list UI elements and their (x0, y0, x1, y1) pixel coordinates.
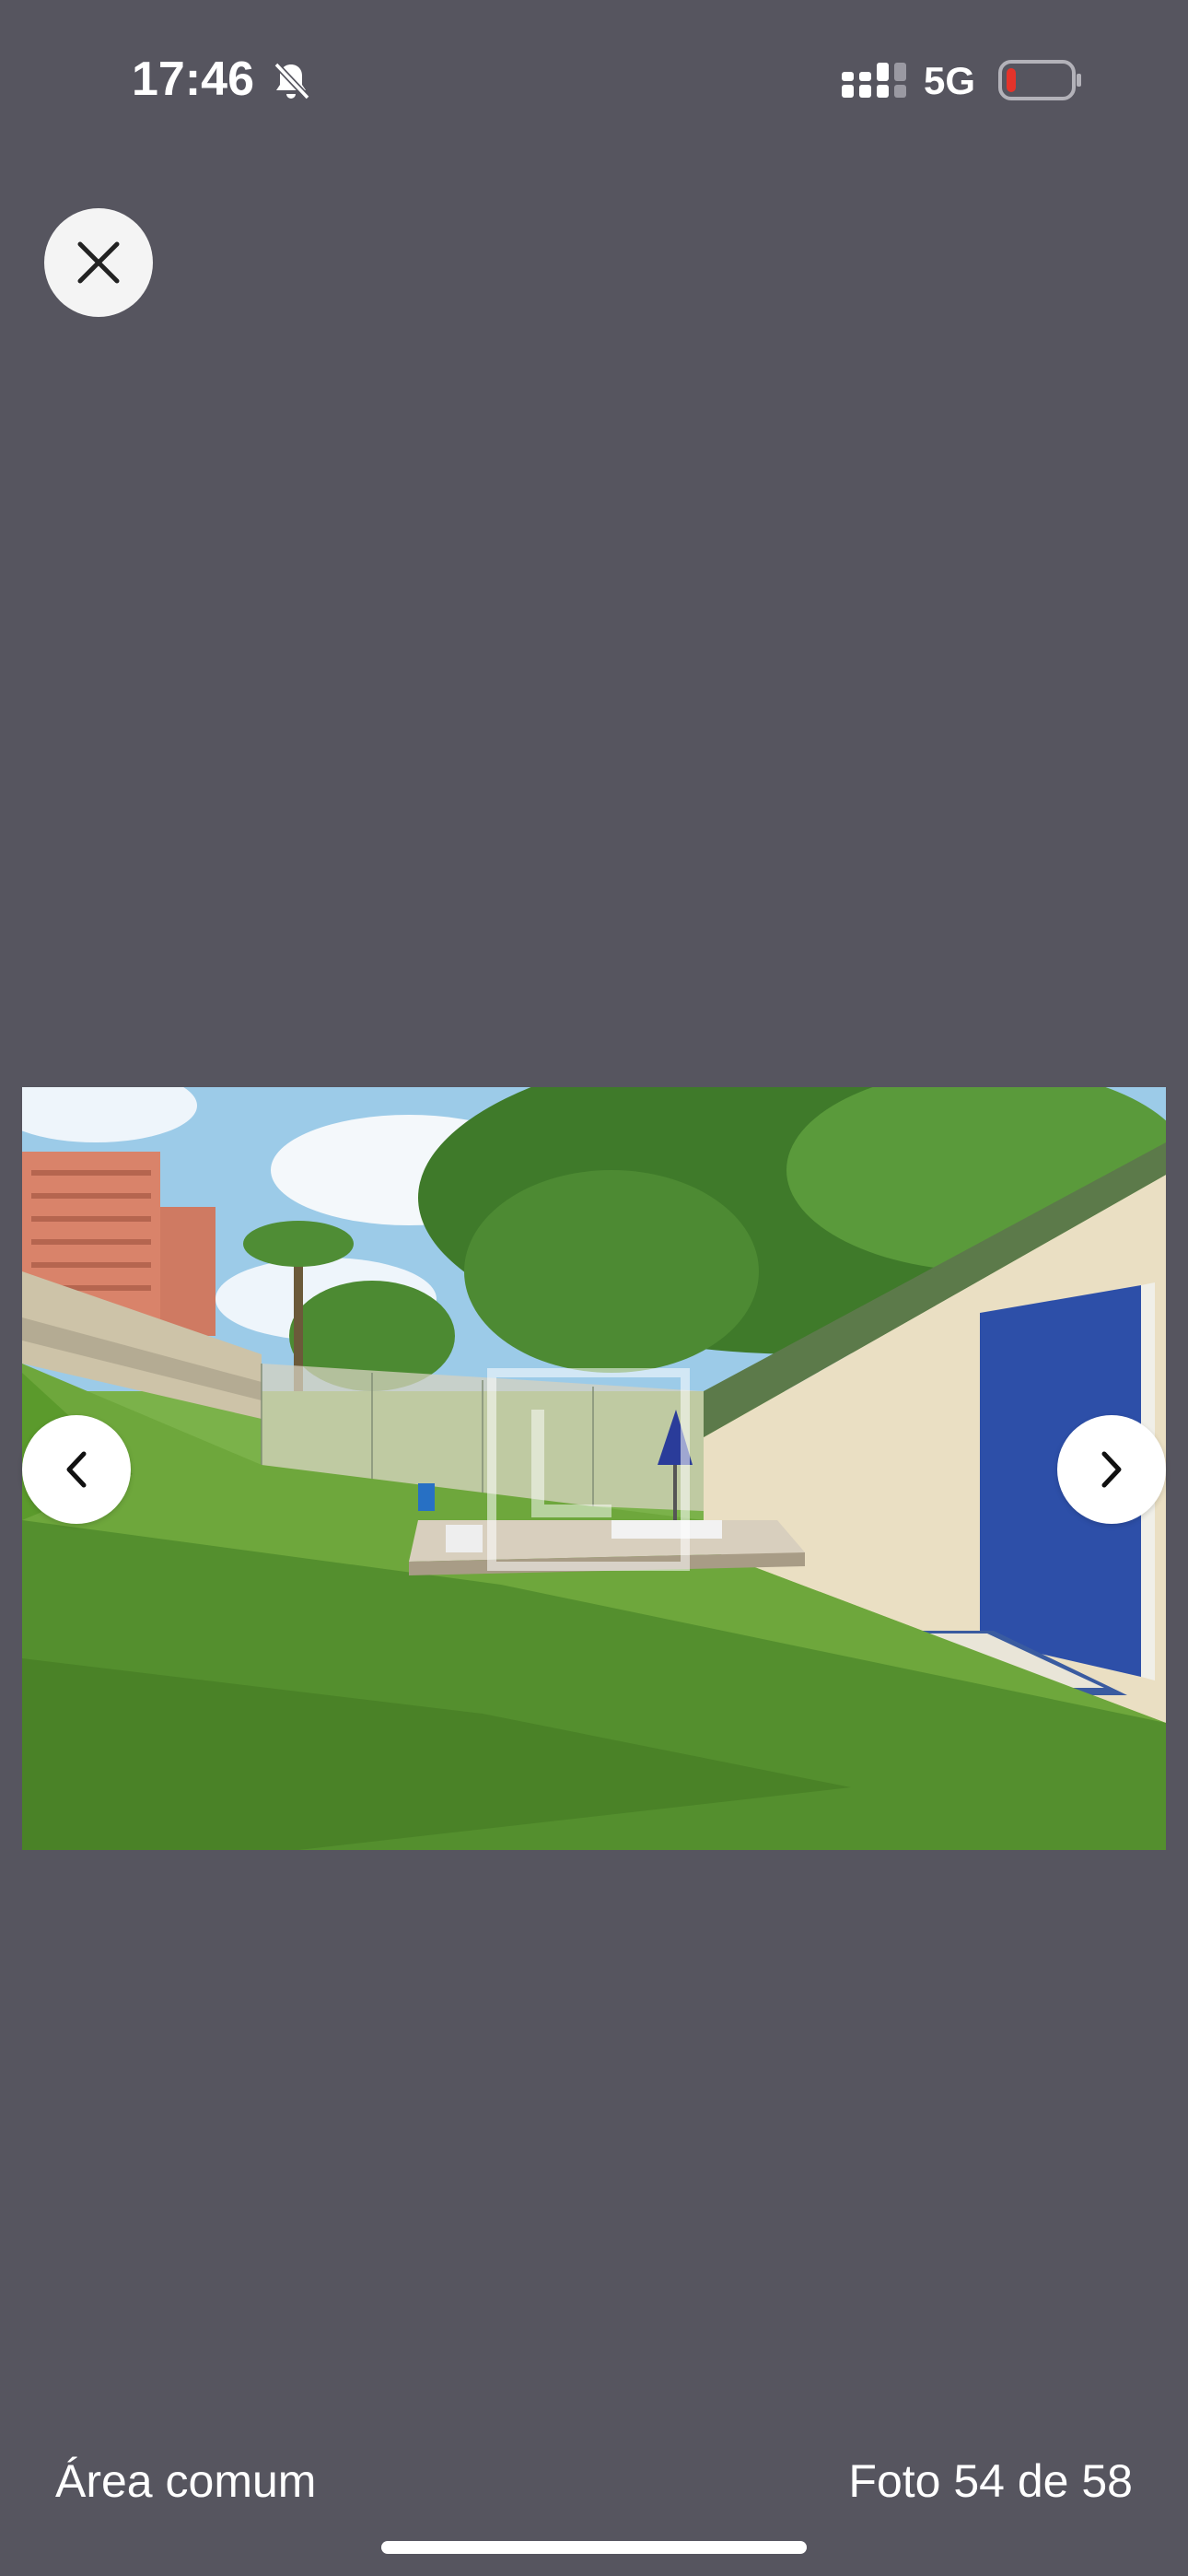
signal-icon (842, 63, 906, 98)
status-bar: 17:46 5G (0, 0, 1188, 157)
close-button[interactable] (44, 208, 153, 317)
photo-caption: Área comum (55, 2455, 317, 2507)
network-type: 5G (924, 59, 976, 102)
gallery-photo[interactable] (22, 1087, 1166, 1850)
battery-low-icon (998, 60, 1081, 100)
photo-counter: Foto 54 de 58 (848, 2455, 1133, 2507)
previous-photo-button[interactable] (22, 1415, 131, 1524)
chevron-right-icon (1101, 1451, 1122, 1488)
chevron-left-icon (66, 1451, 87, 1488)
close-icon (77, 241, 120, 284)
home-indicator[interactable] (381, 2541, 807, 2554)
next-photo-button[interactable] (1057, 1415, 1166, 1524)
status-time: 17:46 (132, 53, 254, 106)
photo-illustration (22, 1087, 1166, 1850)
bell-slash-icon (274, 62, 310, 100)
